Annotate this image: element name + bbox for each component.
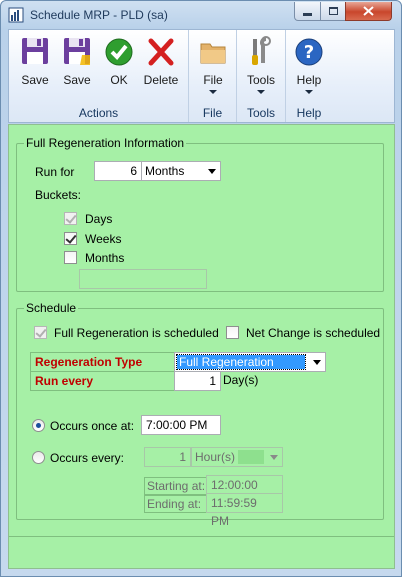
tools-group-label: Tools [246, 106, 275, 120]
regeneration-type-label: Regeneration Type [30, 352, 175, 372]
starting-at-label: Starting at: [144, 477, 207, 495]
red-x-icon [148, 38, 174, 66]
occurs-every-unit-value: Hour(s) [195, 450, 236, 464]
ending-at-label: Ending at: [144, 495, 207, 513]
file-label: File [203, 73, 223, 87]
help-group-label: Help [296, 106, 322, 120]
net-change-scheduled-checkbox[interactable] [226, 326, 239, 339]
svg-text:?: ? [304, 42, 314, 63]
ribbon-group-tools: Tools Tools [237, 30, 286, 122]
run-every-label: Run every [30, 371, 175, 391]
run-for-input[interactable]: 6 [94, 161, 142, 181]
form-content: Full Regeneration Information Run for 6 … [8, 124, 395, 569]
maximize-button[interactable] [320, 2, 346, 21]
delete-button[interactable]: Delete [141, 33, 181, 97]
starting-at-input[interactable]: 12:00:00 AM [206, 475, 283, 510]
months-count-input[interactable] [79, 269, 207, 289]
days-label: Days [85, 212, 113, 226]
occurs-once-time-input[interactable]: 7:00:00 PM [141, 415, 221, 435]
tools-label: Tools [246, 73, 275, 87]
occurs-every-unit-select[interactable]: Hour(s) [191, 447, 283, 467]
occurs-once-label: Occurs once at: [50, 419, 135, 433]
help-menu-button[interactable]: ? Help [289, 33, 329, 97]
file-menu-button[interactable]: File [193, 33, 233, 97]
schedule-group-title: Schedule [24, 301, 79, 315]
months-checkbox[interactable] [64, 251, 77, 264]
maximize-icon [328, 7, 338, 15]
help-label: Help [296, 73, 322, 87]
full-regeneration-group: Full Regeneration Information Run for 6 … [16, 136, 384, 292]
tools-menu-button[interactable]: Tools [241, 33, 281, 97]
weeks-label: Weeks [85, 232, 122, 246]
full-regeneration-group-title: Full Regeneration Information [24, 136, 187, 150]
ending-at-input[interactable]: 11:59:59 PM [206, 493, 283, 528]
green-check-icon [105, 38, 133, 66]
weeks-checkbox[interactable] [64, 232, 77, 245]
title-bar[interactable]: Schedule MRP - PLD (sa) [1, 1, 401, 28]
save-label: Save [21, 73, 49, 87]
ribbon-group-help: ? Help Help [286, 30, 332, 122]
app-icon [8, 7, 24, 23]
save-as-label: Save [63, 73, 91, 87]
actions-group-label: Actions [78, 106, 119, 120]
wrench-screwdriver-icon [252, 36, 271, 65]
ribbon-toolbar: Save Save OK Delete Actions File File To… [8, 29, 395, 123]
minimize-icon [303, 12, 312, 16]
ok-label: OK [110, 73, 128, 87]
occurs-every-input[interactable]: 1 [144, 447, 191, 467]
regeneration-type-value: Full Regeneration [176, 354, 306, 370]
close-icon [363, 6, 374, 16]
run-for-unit-select[interactable]: Months [141, 161, 221, 181]
close-button[interactable] [345, 2, 392, 21]
occurs-once-radio[interactable] [32, 419, 45, 432]
chevron-down-icon [305, 90, 313, 94]
ribbon-group-file: File File [189, 30, 237, 122]
folder-icon [200, 43, 226, 64]
run-every-unit: Day(s) [223, 373, 259, 387]
chevron-down-icon [208, 169, 216, 174]
occurs-every-radio[interactable] [32, 451, 45, 464]
run-every-input[interactable]: 1 [174, 371, 221, 391]
chevron-down-icon [313, 360, 321, 365]
file-group-label: File [202, 106, 223, 120]
chevron-down-icon [257, 90, 265, 94]
footer-divider [9, 536, 394, 537]
occurs-every-label: Occurs every: [50, 451, 125, 465]
ok-button[interactable]: OK [99, 33, 139, 97]
save-as-button[interactable]: Save [57, 33, 97, 97]
days-checkbox[interactable] [64, 212, 77, 225]
net-change-scheduled-label: Net Change is scheduled [246, 326, 381, 340]
schedule-group: Schedule Full Regeneration is scheduled … [16, 301, 384, 528]
months-label: Months [85, 251, 125, 265]
schedule-mrp-window: Schedule MRP - PLD (sa) Save Save OK Del… [0, 0, 402, 577]
regeneration-type-select[interactable]: Full Regeneration [174, 352, 326, 372]
run-for-label: Run for [35, 165, 75, 179]
save-button[interactable]: Save [15, 33, 55, 97]
chevron-down-icon [209, 90, 217, 94]
delete-label: Delete [143, 73, 179, 87]
chevron-down-icon [270, 455, 278, 460]
floppy-disk-icon [22, 38, 48, 64]
buckets-label: Buckets: [35, 188, 82, 202]
full-regen-scheduled-checkbox[interactable] [34, 326, 47, 339]
run-for-unit-value: Months [145, 164, 185, 178]
question-icon: ? [295, 38, 323, 66]
floppy-disk-icon [64, 38, 90, 65]
full-regen-scheduled-label: Full Regeneration is scheduled [54, 326, 219, 340]
ribbon-group-actions: Save Save OK Delete Actions [9, 30, 189, 122]
minimize-button[interactable] [294, 2, 321, 21]
window-title: Schedule MRP - PLD (sa) [30, 8, 168, 22]
